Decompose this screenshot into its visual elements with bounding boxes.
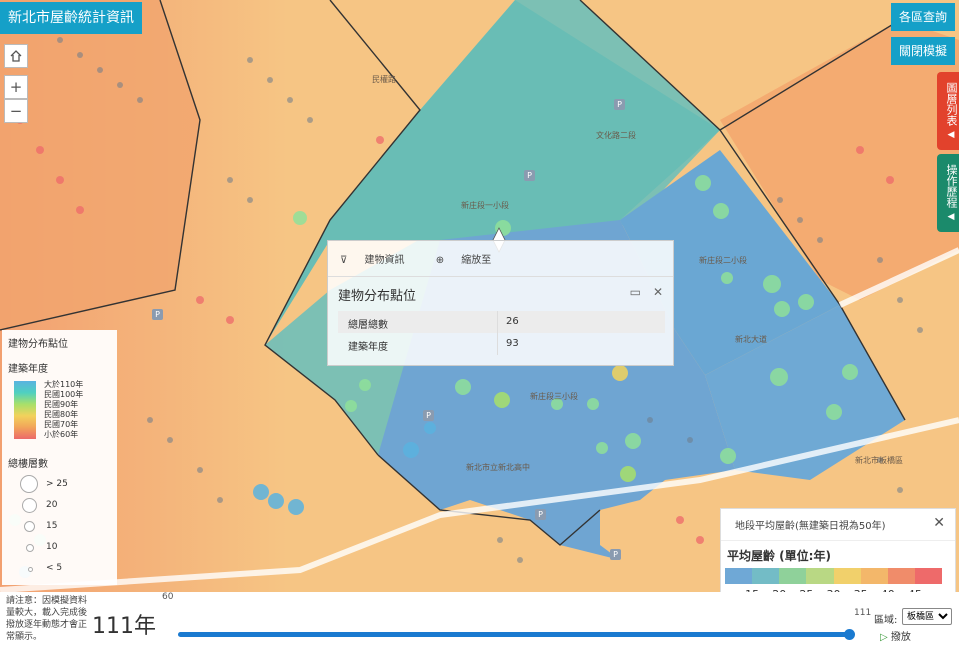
dock-icon[interactable]: ▭ (630, 285, 641, 299)
size-circle (22, 498, 37, 513)
close-icon[interactable]: ✕ (933, 515, 945, 531)
color-swatch (860, 568, 888, 584)
map-legend: 建物分布點位 建築年度 大於110年 民國100年 民國90年 民國80年 民國… (2, 330, 117, 585)
feature-popup: ⊽ 建物資訊 ⊕ 縮放至 建物分布點位 ▭ ✕ 總層總數 26 建築年度 93 (327, 240, 674, 366)
zoom-in-button[interactable]: + (4, 75, 28, 99)
play-icon: ▷ (880, 632, 888, 643)
zoom-out-button[interactable]: − (4, 99, 28, 123)
legend-title: 建物分布點位 (8, 339, 68, 350)
parking-icon: P (614, 99, 625, 110)
size-label: 10 (46, 542, 58, 552)
magnifier-icon: ⊕ (435, 255, 445, 266)
layer-list-tab[interactable]: 圖層列表 ◀ (937, 72, 959, 150)
parking-icon: P (535, 509, 546, 520)
average-age-color-bar (725, 568, 942, 584)
current-year-display: 111年 (92, 614, 156, 639)
size-circle (26, 544, 34, 552)
collapse-left-icon: ◀ (947, 211, 955, 222)
legend-year-title: 建築年度 (8, 364, 48, 375)
time-slider-panel: 請注意：因模擬資料量較大，載入完成後撥放逐年動態才會正常顯示。 111年 60 … (0, 592, 959, 653)
district-select[interactable]: 板橋區 (902, 608, 952, 625)
color-swatch (725, 568, 753, 584)
road-label: 民權路 (372, 75, 396, 84)
home-icon (10, 50, 22, 62)
color-swatch (752, 568, 780, 584)
slider-max-label: 111 (854, 608, 872, 618)
color-swatch (779, 568, 807, 584)
popup-actions: ⊽ 建物資訊 ⊕ 縮放至 (328, 241, 673, 277)
district-label: 區域: (874, 615, 898, 626)
floor-size-row: 10 (8, 537, 111, 558)
building-info-action[interactable]: ⊽ 建物資訊 (340, 255, 422, 266)
ramp-label: 小於60年 (44, 430, 79, 439)
average-age-header: 地段平均屋齡(無建築日視為50年) ✕ (721, 509, 955, 541)
road-label: 文化路二段 (596, 131, 636, 140)
filter-icon: ⊽ (340, 255, 348, 266)
size-label: 20 (46, 500, 58, 510)
parking-icon: P (152, 309, 163, 320)
parking-icon: P (524, 170, 535, 181)
size-circle (28, 567, 33, 572)
close-icon[interactable]: ✕ (653, 285, 663, 299)
home-button[interactable] (4, 44, 28, 68)
close-simulation-button[interactable]: 關閉模擬 (890, 37, 955, 65)
play-label: 撥放 (890, 632, 911, 643)
parking-icon: P (610, 549, 621, 560)
floor-size-row: > 25 (8, 474, 111, 495)
floor-size-row: < 5 (8, 558, 111, 579)
table-row: 總層總數 26 (338, 311, 665, 333)
road-label: 新庄段三小段 (530, 392, 578, 401)
attribute-value: 93 (506, 338, 519, 349)
year-slider-thumb[interactable] (844, 629, 855, 640)
size-label: > 25 (46, 479, 68, 489)
average-age-header-text: 地段平均屋齡(無建築日視為50年) (735, 521, 886, 532)
color-swatch (887, 568, 915, 584)
road-label: 新北市板橋區 (855, 456, 903, 465)
size-circle (20, 475, 38, 493)
attribute-key: 建築年度 (338, 333, 498, 355)
road-label: 新庄段一小段 (461, 201, 509, 210)
district-query-button[interactable]: 各區查詢 (890, 3, 955, 31)
zoom-to-label: 縮放至 (461, 255, 492, 266)
layer-list-tab-label: 圖層列表 (945, 82, 958, 127)
popup-title-bar: 建物分布點位 ▭ ✕ (328, 277, 673, 308)
zoom-to-action[interactable]: ⊕ 縮放至 (436, 255, 506, 266)
play-button[interactable]: ▷ 撥放 (880, 628, 911, 643)
popup-title: 建物分布點位 (338, 289, 417, 304)
average-age-label: 平均屋齡 (單位:年) (727, 549, 831, 563)
color-swatch (806, 568, 834, 584)
legend-floor-title: 總樓層數 (8, 459, 48, 470)
color-swatch (833, 568, 861, 584)
table-row: 建築年度 93 (338, 333, 665, 355)
floor-size-row: 15 (8, 516, 111, 537)
operation-history-tab[interactable]: 操作歷程 ◀ (937, 154, 959, 232)
popup-attribute-table: 總層總數 26 建築年度 93 (338, 311, 665, 355)
color-ramp-bar (14, 381, 36, 439)
building-info-label: 建物資訊 (364, 255, 405, 266)
slider-min-label: 60 (162, 592, 174, 602)
size-label: 15 (46, 521, 58, 531)
app-title: 新北市屋齡統計資訊 (0, 2, 142, 34)
parking-icon: P (423, 410, 434, 421)
attribute-value: 26 (506, 316, 519, 327)
size-circle (24, 521, 35, 532)
road-label: 新庄段二小段 (699, 256, 747, 265)
attribute-key: 總層總數 (338, 311, 498, 333)
year-slider-track[interactable] (178, 632, 850, 637)
size-label: < 5 (46, 563, 63, 573)
load-notice: 請注意：因模擬資料量較大，載入完成後撥放逐年動態才會正常顯示。 (6, 596, 88, 642)
year-color-ramp: 大於110年 民國100年 民國90年 民國80年 民國70年 小於60年 (14, 379, 111, 443)
road-label: 新北大道 (735, 335, 767, 344)
operation-history-tab-label: 操作歷程 (945, 164, 958, 209)
collapse-left-icon: ◀ (947, 129, 955, 140)
floor-size-row: 20 (8, 495, 111, 516)
road-label: 新北市立新北高中 (466, 463, 530, 472)
color-swatch (914, 568, 942, 584)
